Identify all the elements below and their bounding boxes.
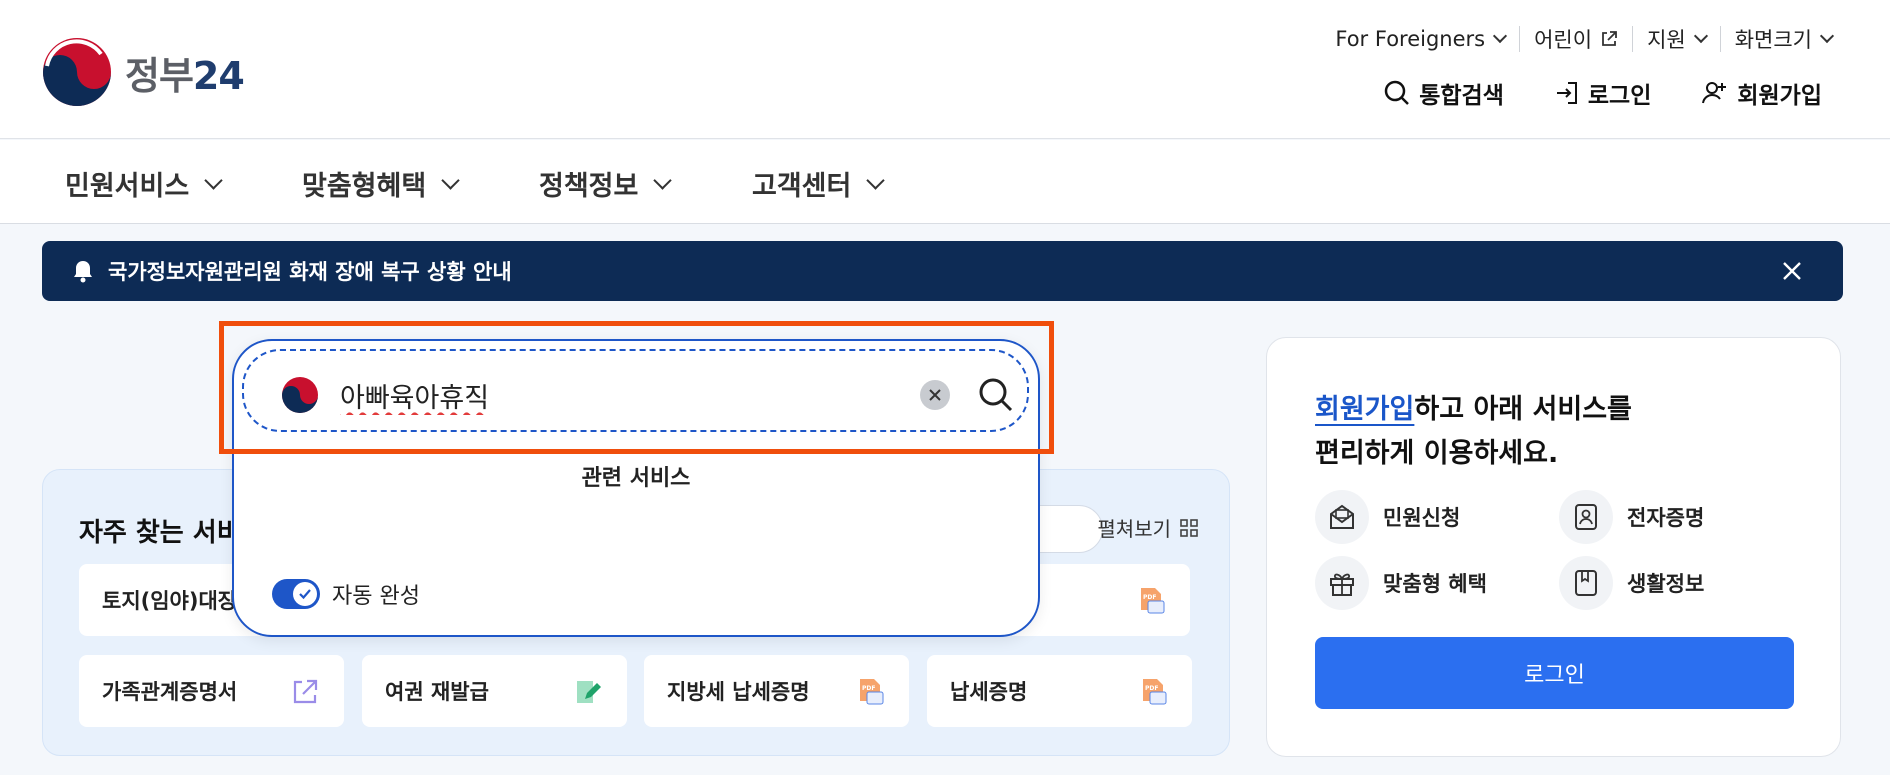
pdf-doc-icon: PDF	[1143, 679, 1167, 705]
logo-wordmark: 정부24	[125, 53, 245, 98]
chevron-down-icon	[1819, 28, 1835, 44]
pdf-doc-icon: PDF	[860, 679, 884, 705]
search-box	[242, 349, 1029, 432]
service-card[interactable]: 가족관계증명서	[79, 655, 344, 727]
login-panel-message: 회원가입하고 아래 서비스를 편리하게 이용하세요.	[1315, 394, 1632, 469]
close-icon	[929, 389, 941, 401]
login-panel: 회원가입하고 아래 서비스를 편리하게 이용하세요. 민원신청 전자증명 맞춤형…	[1266, 337, 1841, 757]
service-card[interactable]: 여권 재발급	[362, 655, 627, 727]
search-icon	[1384, 80, 1410, 105]
chevron-down-icon	[653, 171, 673, 190]
svg-text:PDF: PDF	[862, 685, 875, 692]
nav-civil-service[interactable]: 민원서비스	[65, 164, 223, 203]
util-screen-size[interactable]: 화면크기	[1721, 26, 1835, 52]
search-input[interactable]	[340, 369, 880, 421]
quick-e-certificate[interactable]: 전자증명	[1559, 490, 1704, 544]
external-link-icon	[293, 679, 318, 704]
login-icon	[1556, 82, 1577, 104]
nav-custom-benefits[interactable]: 맞춤형혜택	[302, 164, 460, 203]
close-icon[interactable]	[1781, 260, 1803, 282]
util-kids[interactable]: 어린이	[1520, 26, 1634, 52]
notice-banner[interactable]: 국가정보자원관리원 화재 장애 복구 상황 안내	[42, 241, 1843, 301]
login-link[interactable]: 로그인	[1554, 76, 1651, 110]
chevron-down-icon	[866, 171, 886, 190]
taegeuk-logo-icon	[43, 38, 111, 106]
svg-text:PDF: PDF	[1145, 685, 1158, 692]
signup-inline-link[interactable]: 회원가입	[1315, 394, 1414, 425]
nav-customer-center[interactable]: 고객센터	[752, 164, 886, 203]
chevron-down-icon	[1493, 28, 1508, 44]
util-foreigners[interactable]: For Foreigners	[1321, 26, 1521, 52]
autocomplete-toggle[interactable]: 자동 완성	[272, 578, 420, 610]
integrated-search-button[interactable]: 통합검색	[1383, 76, 1504, 110]
service-card[interactable]: 지방세 납세증명 PDF	[644, 655, 909, 727]
chevron-down-icon	[441, 171, 460, 190]
gift-icon	[1315, 556, 1369, 610]
signup-link[interactable]: 회원가입	[1701, 76, 1822, 110]
service-card[interactable]: 납세증명 PDF	[927, 655, 1192, 727]
expand-all-button[interactable]: 펼쳐보기	[1097, 513, 1199, 542]
bookmark-icon	[1559, 556, 1613, 610]
login-button[interactable]: 로그인	[1315, 637, 1794, 709]
pen-doc-icon	[577, 681, 601, 703]
chevron-down-icon	[204, 171, 223, 190]
pdf-doc-icon: PDF	[1141, 588, 1165, 614]
check-icon	[293, 582, 317, 606]
header-actions: 통합검색 로그인 회원가입	[1333, 76, 1822, 110]
taegeuk-logo-icon	[282, 377, 318, 413]
clear-search-button[interactable]	[920, 380, 950, 410]
search-icon[interactable]	[977, 376, 1015, 414]
main-navigation: 민원서비스 맞춤형혜택 정책정보 고객센터	[0, 140, 1890, 224]
gov24-logo[interactable]: 정부24	[41, 36, 245, 108]
add-user-icon	[1702, 82, 1727, 104]
util-support[interactable]: 지원	[1633, 26, 1721, 52]
quick-civil-application[interactable]: 민원신청	[1315, 490, 1460, 544]
quick-living-info[interactable]: 생활정보	[1559, 556, 1704, 610]
external-link-icon	[1602, 31, 1617, 46]
envelope-icon	[1315, 490, 1369, 544]
notice-text: 국가정보자원관리원 화재 장애 복구 상황 안내	[108, 260, 512, 284]
id-card-icon	[1559, 490, 1613, 544]
search-dropdown: 관련 서비스 자동 완성	[232, 339, 1040, 637]
quick-custom-benefits[interactable]: 맞춤형 혜택	[1315, 556, 1487, 610]
nav-policy-info[interactable]: 정책정보	[539, 164, 673, 203]
related-services-heading: 관련 서비스	[581, 466, 691, 491]
grid-icon	[1180, 518, 1198, 537]
chevron-down-icon	[1693, 28, 1708, 44]
utility-menu: For Foreigners 어린이 지원 화면크기	[1321, 26, 1835, 52]
site-header: 정부24 For Foreigners 어린이 지원 화면크기 통합검색 로그인…	[0, 0, 1890, 139]
bell-icon	[74, 261, 92, 283]
toggle-switch[interactable]	[272, 579, 320, 609]
svg-text:PDF: PDF	[1143, 594, 1156, 601]
